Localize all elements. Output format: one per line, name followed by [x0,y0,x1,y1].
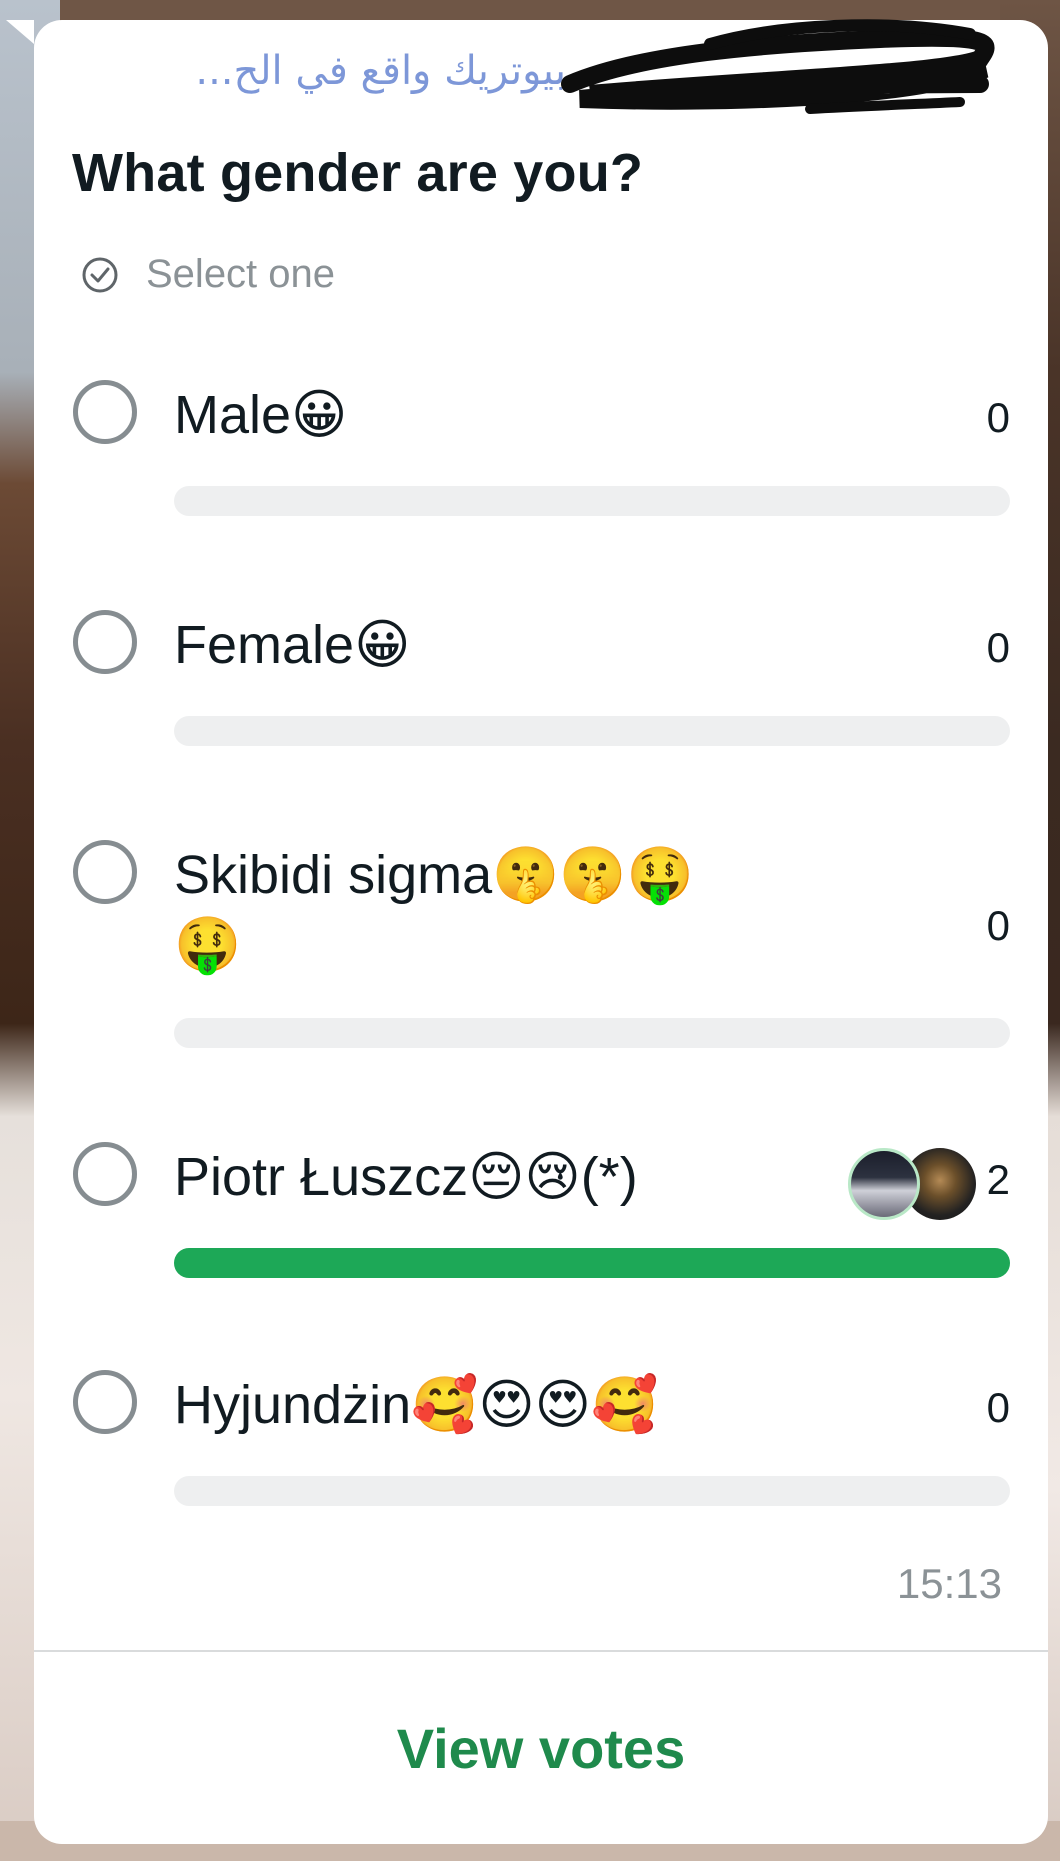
vote-progress-bar [174,1476,1010,1506]
view-votes-button[interactable]: View votes [34,1652,1048,1844]
emoji: 🥰😍😍🥰 [411,1375,659,1435]
radio-button[interactable] [73,380,137,444]
emoji: 😔😢 [468,1147,581,1207]
avatar[interactable] [848,1148,920,1220]
vote-count: 0 [986,902,1010,949]
radio-button[interactable] [73,610,137,674]
message-timestamp: 15:13 [896,1560,1002,1607]
emoji: 🤫🤫🤑 [492,845,694,905]
vote-count: 0 [986,1384,1010,1431]
option-label: Hyjundżin🥰😍😍🥰 [174,1370,794,1440]
redaction-scribble [561,19,995,114]
vote-progress-bar [174,1018,1010,1048]
option-label: Male😀 [174,380,794,450]
option-label: Female😀 [174,610,794,680]
radio-button[interactable] [73,840,137,904]
voter-avatars[interactable] [848,1148,978,1220]
sender-name: بيوتريك واقع في الح... [195,48,566,94]
bubble-tail [6,20,34,44]
vote-progress-bar [174,1248,1010,1278]
option-label: Piotr Łuszcz😔😢(*) [174,1142,794,1212]
emoji: 🤑 [174,915,242,975]
option-label-suffix: (*) [580,1147,638,1207]
radio-button[interactable] [73,1370,137,1434]
check-circle-icon [82,257,118,292]
poll-hint-text: Select one [146,252,336,296]
vote-progress-bar [174,486,1010,516]
poll-hint: Select one [80,252,335,297]
vote-progress-fill [174,1248,1010,1278]
option-label: Skibidi sigma🤫🤫🤑 🤑 [174,840,794,980]
emoji: 😀 [291,385,348,445]
radio-button[interactable] [73,1142,137,1206]
vote-count: 0 [986,624,1010,671]
vote-progress-bar [174,716,1010,746]
emoji: 😀 [354,615,411,675]
vote-count: 0 [986,394,1010,441]
poll-question: What gender are you? [72,143,644,203]
